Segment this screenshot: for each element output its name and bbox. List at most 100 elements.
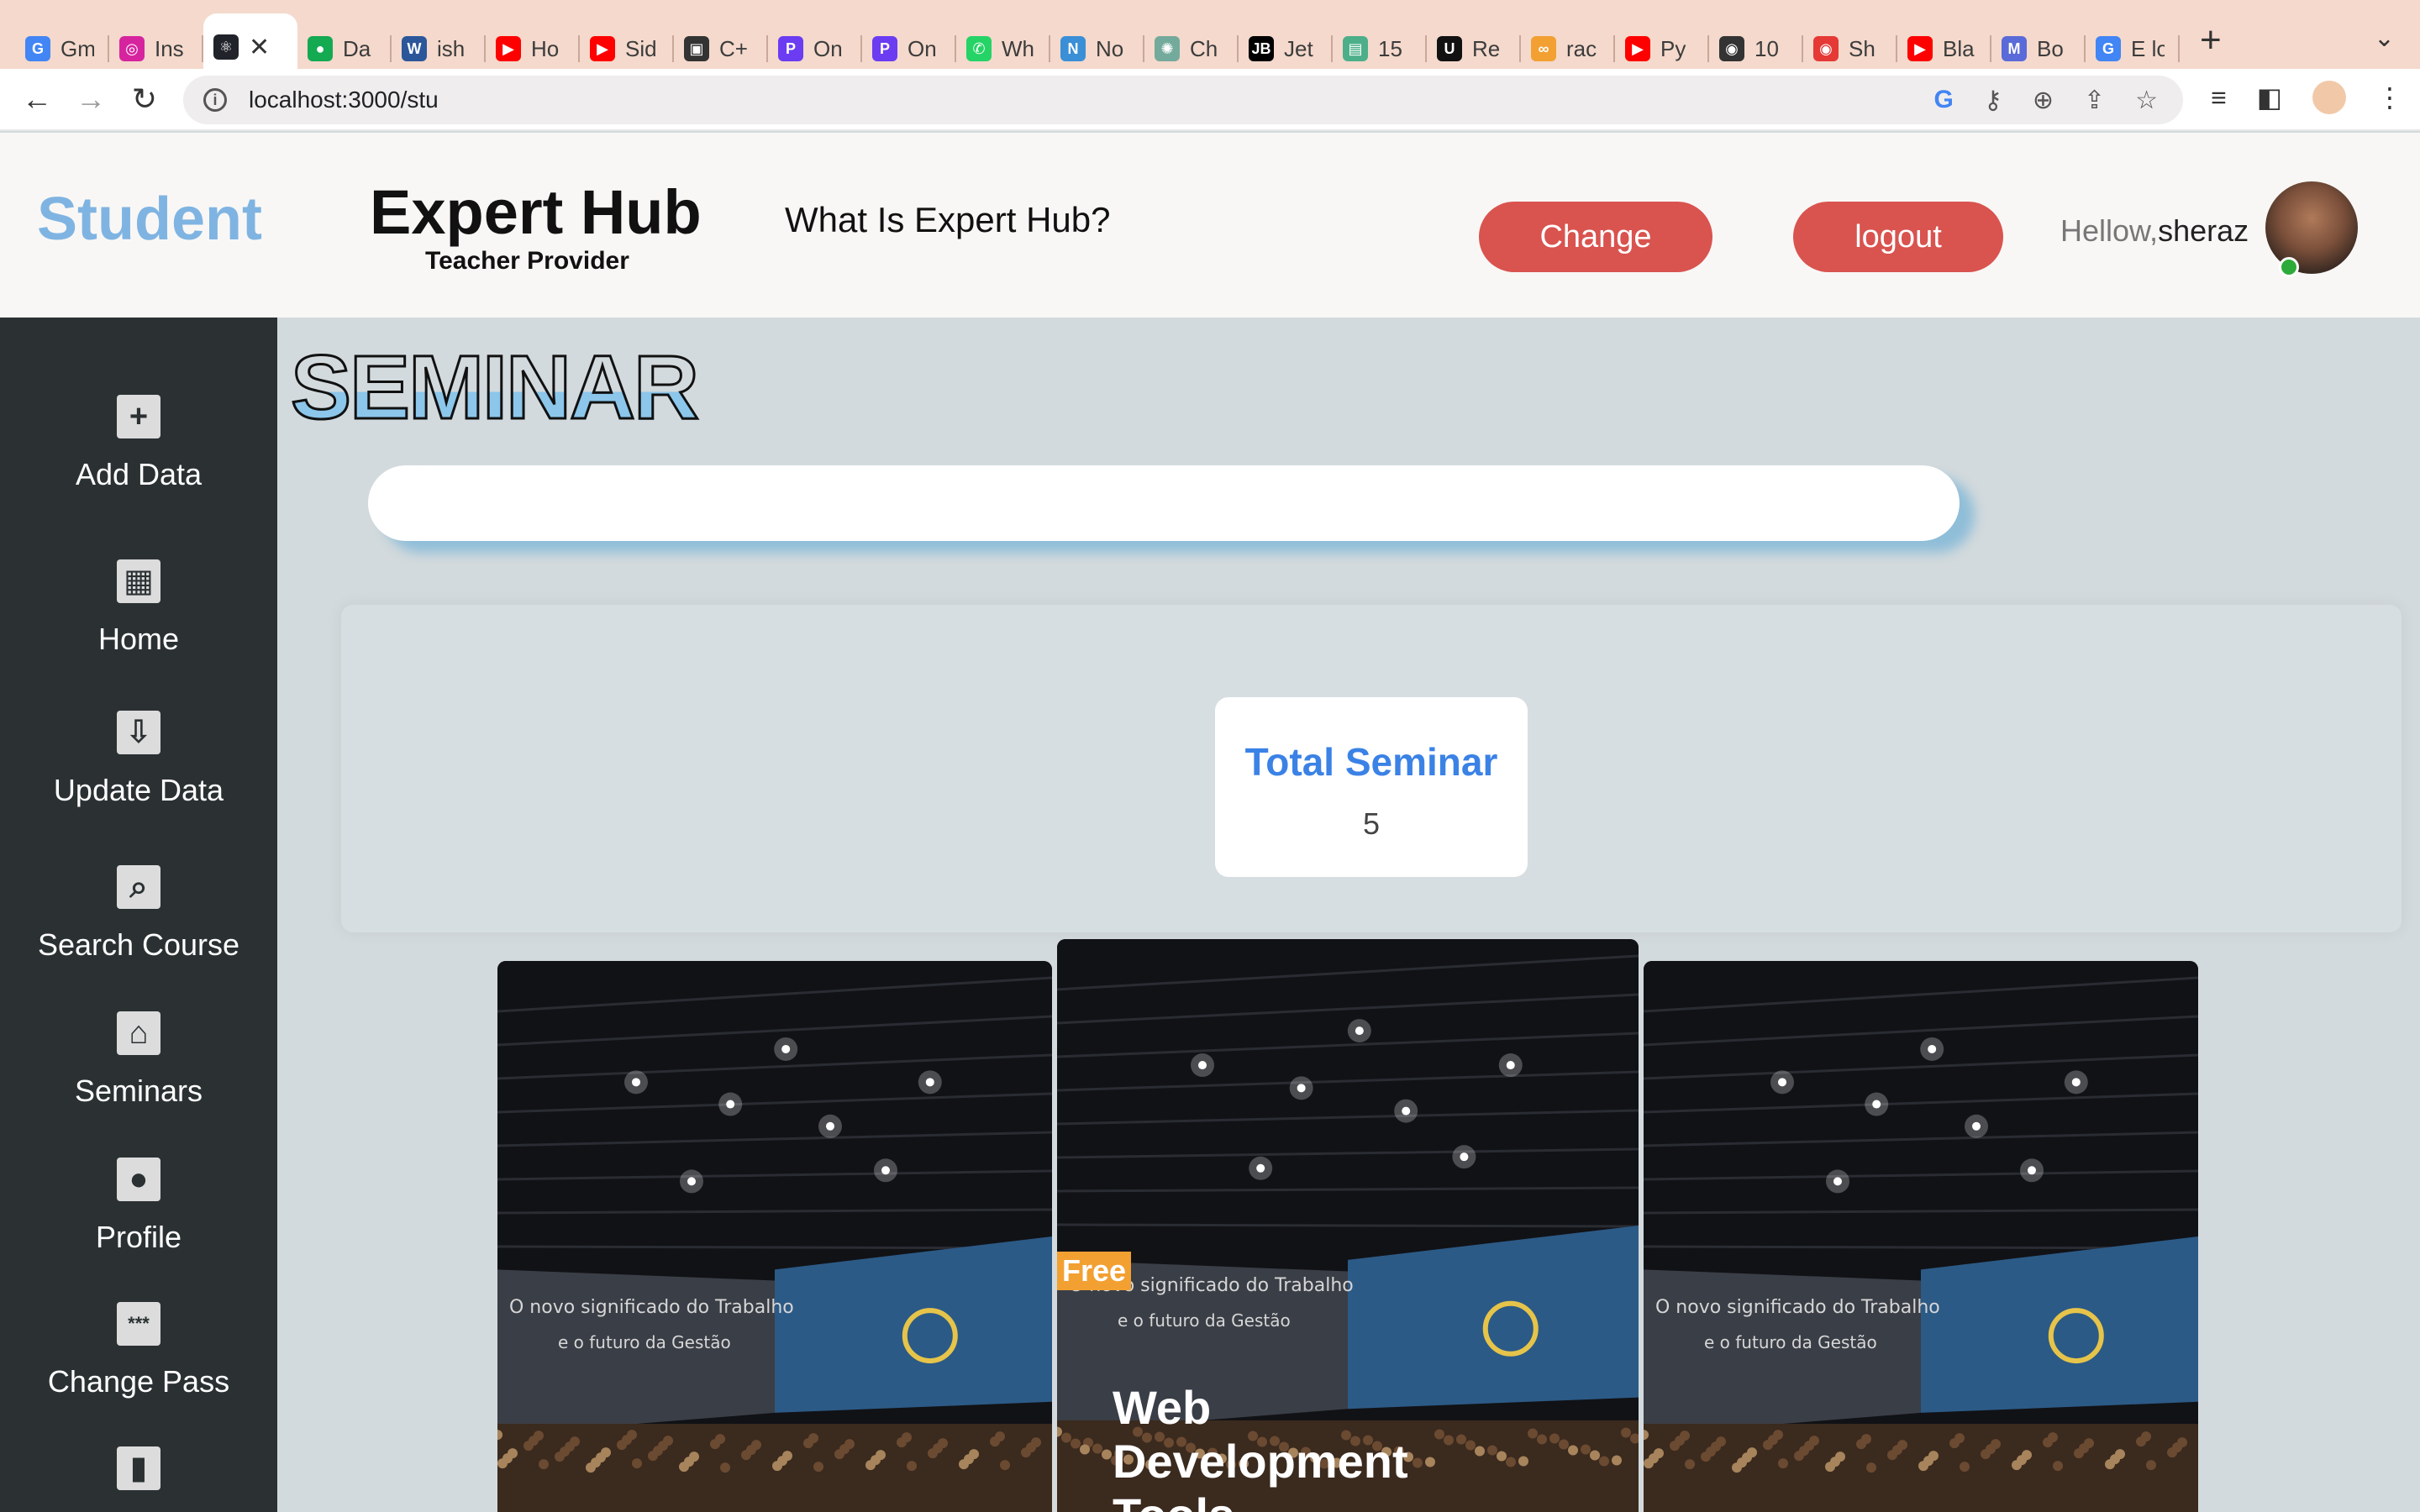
window-icon: ▣ bbox=[684, 36, 709, 61]
tab-title: Bo bbox=[2037, 35, 2064, 61]
site-info-icon[interactable]: i bbox=[203, 88, 227, 112]
google-icon: G bbox=[25, 36, 50, 61]
screen-text: O novo significado do Trabalho bbox=[509, 1297, 794, 1318]
share-icon[interactable]: ⇪ bbox=[2084, 86, 2105, 115]
sidebar-item[interactable]: ▮ bbox=[0, 1446, 277, 1509]
browser-toolbar: ← → ↻ i localhost:3000/stu G ⚷ ⊕ ⇪ ☆ ≡ ◧… bbox=[0, 69, 2420, 131]
n-icon: N bbox=[1060, 36, 1086, 61]
search-zoom-icon: ⌕ bbox=[117, 865, 160, 909]
sidebar-item-label: Profile bbox=[95, 1220, 182, 1254]
key-icon[interactable]: ⚷ bbox=[1984, 86, 2002, 115]
side-panel-icon[interactable]: ◧ bbox=[2257, 81, 2282, 113]
logo-title[interactable]: Expert Hub bbox=[370, 176, 702, 248]
screen-text: e o futuro da Gestão bbox=[1704, 1332, 1877, 1352]
seminar-card-title[interactable]: Web Development Tools bbox=[1113, 1381, 1465, 1512]
sidebar-item-label: Home bbox=[97, 622, 180, 656]
password-icon: *** bbox=[117, 1302, 160, 1346]
tab-title: On bbox=[908, 35, 937, 61]
tab-title: E lo bbox=[2131, 35, 2165, 61]
u-icon: U bbox=[1437, 36, 1462, 61]
add-box-icon: + bbox=[117, 395, 160, 438]
logout-button[interactable]: logout bbox=[1793, 202, 2003, 272]
tab-title: Ch bbox=[1190, 35, 1218, 61]
seminar-card[interactable]: O novo significado do Trabalho e o futuro… bbox=[1057, 939, 1639, 1512]
youtube-icon: ▶ bbox=[1625, 36, 1650, 61]
tab-title: C+ bbox=[719, 35, 748, 61]
greeting-text: Hellow, bbox=[2060, 213, 2159, 248]
tab-title: Gm bbox=[60, 35, 94, 61]
record-icon: ◉ bbox=[1813, 36, 1839, 61]
forward-arrow-icon[interactable]: → bbox=[64, 81, 118, 117]
star-icon[interactable]: ☆ bbox=[2135, 86, 2158, 115]
sidebar-item[interactable]: *** Change Pass bbox=[0, 1302, 277, 1399]
globe-icon: ◉ bbox=[1719, 36, 1744, 61]
google-icon[interactable]: G bbox=[1933, 86, 1953, 115]
tab-title: Py bbox=[1660, 35, 1686, 61]
p-icon: P bbox=[778, 36, 803, 61]
chevron-down-icon[interactable]: ⌄ bbox=[2374, 24, 2395, 53]
tab-title: Ho bbox=[531, 35, 560, 61]
download-phone-icon: ⇩ bbox=[117, 711, 160, 754]
google-icon: G bbox=[2096, 36, 2121, 61]
sidebar-item-label: Change Pass bbox=[47, 1364, 230, 1399]
url-bar[interactable]: i localhost:3000/stu G ⚷ ⊕ ⇪ ☆ bbox=[183, 76, 2183, 124]
person-icon: ● bbox=[117, 1158, 160, 1201]
book-icon: ▮ bbox=[117, 1446, 160, 1490]
tab-title: On bbox=[813, 35, 843, 61]
seminar-card[interactable]: O novo significado do Trabalho e o futuro… bbox=[1644, 961, 2198, 1512]
online-status-dot bbox=[2279, 257, 2299, 277]
stat-value: 5 bbox=[1362, 806, 1381, 841]
tab-title: ish bbox=[437, 35, 466, 61]
what-is-link[interactable]: What Is Expert Hub? bbox=[785, 200, 1111, 240]
back-arrow-icon[interactable]: ← bbox=[10, 81, 64, 117]
tab-title: 15 bbox=[1378, 35, 1402, 61]
word-icon: W bbox=[402, 36, 427, 61]
seminar-hall-image bbox=[1644, 961, 2198, 1512]
page-title: SEMINAR bbox=[289, 335, 700, 439]
youtube-icon: ▶ bbox=[1907, 36, 1933, 61]
total-seminar-card: Total Seminar 5 bbox=[1215, 697, 1528, 877]
sidebar-item[interactable]: ⇩ Update Data bbox=[0, 711, 277, 808]
app-header: Student Expert Hub Teacher Provider What… bbox=[0, 133, 2420, 318]
zoom-icon[interactable]: ⊕ bbox=[2033, 86, 2054, 115]
reload-icon[interactable]: ↻ bbox=[118, 81, 171, 117]
sidebar-item[interactable]: ⌕ Search Course bbox=[0, 865, 277, 963]
url-text[interactable]: localhost:3000/stu bbox=[249, 87, 439, 113]
screen-text: e o futuro da Gestão bbox=[1118, 1310, 1291, 1331]
reading-list-icon[interactable]: ≡ bbox=[2211, 82, 2227, 113]
search-input[interactable] bbox=[368, 465, 1960, 541]
close-tab-icon[interactable]: ✕ bbox=[249, 33, 270, 62]
sidebar-item-label: Update Data bbox=[53, 773, 224, 807]
sidebar-item-label: Seminars bbox=[74, 1074, 203, 1108]
tab-title: rac bbox=[1566, 35, 1597, 61]
stat-title: Total Seminar bbox=[1244, 740, 1498, 784]
instagram-icon: ◎ bbox=[119, 36, 145, 61]
seminar-card[interactable]: O novo significado do Trabalho e o futuro… bbox=[497, 961, 1052, 1512]
tab-title: Da bbox=[343, 35, 371, 61]
tab-title: Wh bbox=[1002, 35, 1034, 61]
change-button[interactable]: Change bbox=[1479, 202, 1712, 272]
infinity-icon: ∞ bbox=[1531, 36, 1556, 61]
sidebar: + Add Data ▦ Home ⇩ Update Data ⌕ Search Course… bbox=[0, 318, 277, 1512]
mdb-icon: M bbox=[2002, 36, 2027, 61]
tab-title: Ins bbox=[155, 35, 184, 61]
sidebar-item[interactable]: ⌂ Seminars bbox=[0, 1011, 277, 1109]
sidebar-item[interactable]: ● Profile bbox=[0, 1158, 277, 1255]
sidebar-item-label: Search Course bbox=[37, 927, 240, 962]
avatar[interactable] bbox=[2265, 181, 2358, 274]
whatsapp-icon: ✆ bbox=[966, 36, 992, 61]
sidebar-item[interactable]: ▦ Home bbox=[0, 559, 277, 657]
sidebar-item[interactable]: + Add Data bbox=[0, 395, 277, 492]
tab-title: Bla bbox=[1943, 35, 1975, 61]
seminar-hall-image bbox=[497, 961, 1052, 1512]
house-icon: ⌂ bbox=[117, 1011, 160, 1055]
kebab-menu-icon[interactable]: ⋮ bbox=[2376, 81, 2403, 113]
p-icon: P bbox=[872, 36, 897, 61]
dashboard-icon: ▦ bbox=[117, 559, 160, 603]
new-tab-icon[interactable]: + bbox=[2200, 19, 2222, 61]
chatgpt-icon: ✺ bbox=[1155, 36, 1180, 61]
profile-avatar-icon[interactable] bbox=[2312, 81, 2346, 114]
sidebar-item-label: Add Data bbox=[75, 457, 203, 491]
logo-subtitle: Teacher Provider bbox=[425, 247, 629, 275]
screen-text: O novo significado do Trabalho bbox=[1655, 1297, 1940, 1318]
